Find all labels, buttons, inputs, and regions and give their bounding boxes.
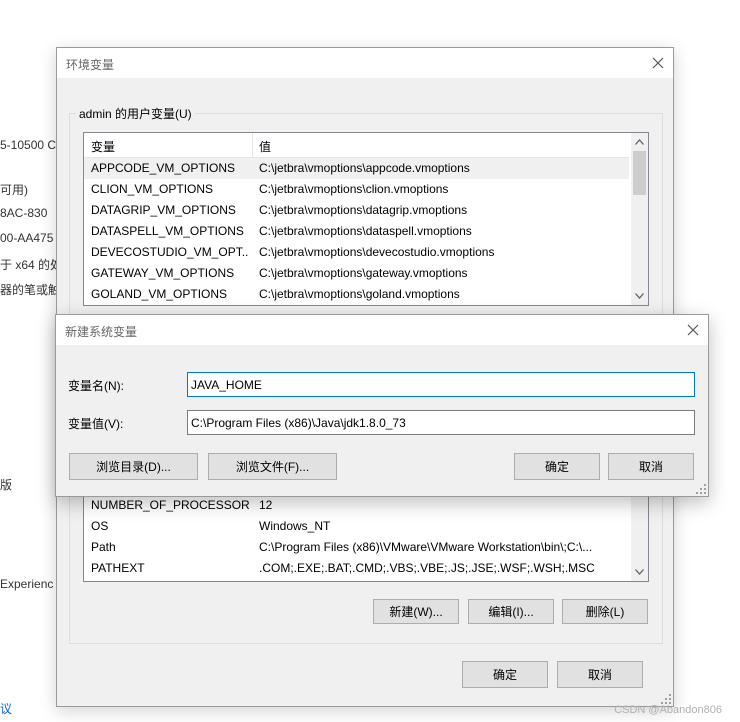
dialog-title: 新建系统变量	[65, 325, 138, 339]
scroll-up-icon[interactable]	[635, 139, 644, 145]
close-button[interactable]	[643, 48, 673, 78]
variable-name: APPCODE_VM_OPTIONS	[91, 161, 236, 175]
table-row[interactable]: PATHEXT .COM;.EXE;.BAT;.CMD;.VBS;.VBE;.J…	[84, 558, 629, 579]
variable-value: C:\jetbra\vmoptions\appcode.vmoptions	[259, 161, 470, 175]
variable-value: .COM;.EXE;.BAT;.CMD;.VBS;.VBE;.JS;.JSE;.…	[259, 561, 595, 575]
variable-value: C:\jetbra\vmoptions\gateway.vmoptions	[259, 266, 468, 280]
background-text: 00-AA475	[0, 231, 54, 245]
cancel-button[interactable]: 取消	[608, 453, 694, 480]
table-row[interactable]: APPCODE_VM_OPTIONS C:\jetbra\vmoptions\a…	[84, 158, 629, 179]
browse-file-button[interactable]: 浏览文件(F)...	[208, 453, 337, 480]
new-system-variable-dialog: 新建系统变量 变量名(N): 变量值(V): 浏览目录(D)... 浏览文件(F…	[55, 314, 709, 497]
variable-value: C:\jetbra\vmoptions\goland.vmoptions	[259, 287, 460, 301]
list-header: 变量 值	[84, 133, 629, 158]
variable-name: DEVECOSTUDIO_VM_OPT...	[91, 245, 249, 259]
variable-value: 12	[259, 498, 273, 512]
resize-grip-icon[interactable]	[661, 694, 671, 704]
background-text: 可用)	[0, 183, 28, 197]
scrollbar-thumb[interactable]	[633, 151, 646, 195]
table-row[interactable]: Path C:\Program Files (x86)\VMware\VMwar…	[84, 537, 629, 558]
delete-system-variable-button[interactable]: 删除(L)	[562, 599, 648, 624]
variable-name: NUMBER_OF_PROCESSORS	[91, 498, 249, 512]
close-icon	[687, 324, 699, 336]
variable-value: C:\Program Files (x86)\VMware\VMware Wor…	[259, 540, 593, 554]
table-row[interactable]: DATAGRIP_VM_OPTIONS C:\jetbra\vmoptions\…	[84, 200, 629, 221]
background-text: 版	[0, 478, 13, 492]
background-text: 5-10500 C	[0, 138, 57, 152]
table-row[interactable]: GOLAND_VM_OPTIONS C:\jetbra\vmoptions\go…	[84, 284, 629, 305]
variable-name: CLION_VM_OPTIONS	[91, 182, 214, 196]
variable-name: PATHEXT	[91, 561, 145, 575]
column-header-name[interactable]: 变量	[91, 138, 115, 155]
column-divider[interactable]	[252, 133, 253, 157]
variable-name-label: 变量名(N):	[68, 379, 124, 393]
dialog-title: 环境变量	[66, 58, 115, 72]
background-text: 于 x64 的处	[0, 258, 63, 272]
variable-name-input[interactable]	[187, 372, 695, 397]
variable-name: DATASPELL_VM_OPTIONS	[91, 224, 244, 238]
background-link[interactable]: 议	[0, 700, 12, 717]
ok-button[interactable]: 确定	[514, 453, 600, 480]
variable-value-input[interactable]	[187, 410, 695, 435]
background-text: 8AC-830	[0, 206, 48, 220]
vertical-scrollbar[interactable]	[631, 133, 648, 305]
variable-name: DATAGRIP_VM_OPTIONS	[91, 203, 236, 217]
variable-value: C:\jetbra\vmoptions\clion.vmoptions	[259, 182, 449, 196]
background-text: 器的笔或触	[0, 283, 61, 297]
resize-grip-icon[interactable]	[696, 484, 706, 494]
table-row[interactable]: OS Windows_NT	[84, 516, 629, 537]
table-row[interactable]: GATEWAY_VM_OPTIONS C:\jetbra\vmoptions\g…	[84, 263, 629, 284]
user-variables-list[interactable]: 变量 值 APPCODE_VM_OPTIONS C:\jetbra\vmopti…	[83, 132, 649, 306]
table-row[interactable]: DEVECOSTUDIO_VM_OPT... C:\jetbra\vmoptio…	[84, 242, 629, 263]
close-button[interactable]	[678, 315, 708, 345]
new-system-variable-button[interactable]: 新建(W)...	[373, 599, 459, 624]
title-bar: 环境变量	[57, 48, 673, 78]
table-row[interactable]: CLION_VM_OPTIONS C:\jetbra\vmoptions\cli…	[84, 179, 629, 200]
variable-value: C:\jetbra\vmoptions\devecostudio.vmoptio…	[259, 245, 495, 259]
cancel-button[interactable]: 取消	[557, 661, 643, 688]
table-row[interactable]: DATASPELL_VM_OPTIONS C:\jetbra\vmoptions…	[84, 221, 629, 242]
variable-name: GATEWAY_VM_OPTIONS	[91, 266, 235, 280]
close-icon	[652, 57, 664, 69]
scroll-down-icon[interactable]	[635, 293, 644, 299]
variable-name: OS	[91, 519, 109, 533]
title-bar: 新建系统变量	[56, 315, 708, 345]
column-header-value[interactable]: 值	[259, 138, 271, 155]
edit-system-variable-button[interactable]: 编辑(I)...	[468, 599, 554, 624]
browse-directory-button[interactable]: 浏览目录(D)...	[69, 453, 198, 480]
background-text: Experienc	[0, 577, 54, 591]
scroll-down-icon[interactable]	[635, 569, 644, 575]
user-variables-label: admin 的用户变量(U)	[76, 105, 195, 122]
variable-name: GOLAND_VM_OPTIONS	[91, 287, 228, 301]
variable-value: C:\jetbra\vmoptions\datagrip.vmoptions	[259, 203, 468, 217]
variable-name: Path	[91, 540, 116, 554]
variable-value: Windows_NT	[259, 519, 331, 533]
ok-button[interactable]: 确定	[462, 661, 548, 688]
table-row[interactable]: NUMBER_OF_PROCESSORS 12	[84, 495, 629, 516]
variable-value: C:\jetbra\vmoptions\dataspell.vmoptions	[259, 224, 472, 238]
variable-value-label: 变量值(V):	[68, 417, 124, 431]
watermark: CSDN @Abandon806	[614, 704, 722, 716]
